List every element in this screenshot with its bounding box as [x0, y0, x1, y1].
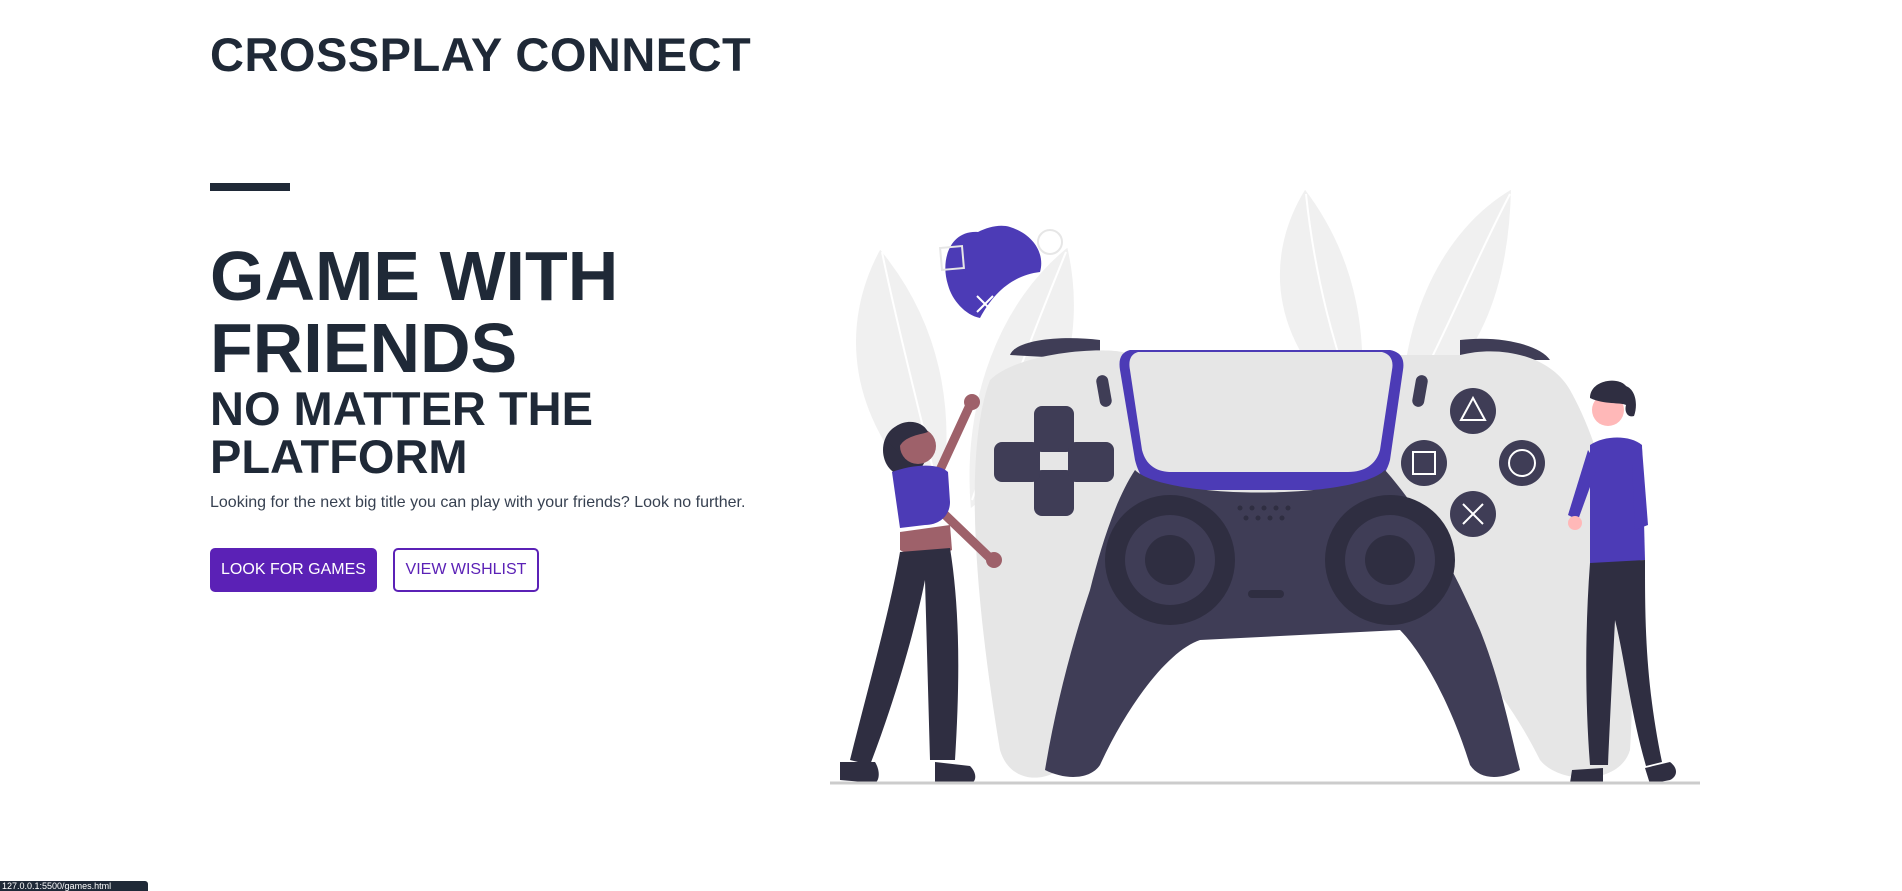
- page: CROSSPLAY CONNECT GAME WITH FRIENDS NO M…: [0, 0, 1902, 891]
- accent-bar: [210, 183, 290, 191]
- hero-subtitle: NO MATTER THE PLATFORM: [210, 382, 593, 484]
- gamers-controller-illustration: [830, 186, 1700, 785]
- browser-status-url: 127.0.0.1:5500/games.html: [0, 881, 148, 891]
- hero-title: GAME WITH FRIENDS: [210, 237, 619, 388]
- brand-logo[interactable]: CROSSPLAY CONNECT: [210, 28, 751, 82]
- hero-description: Looking for the next big title you can p…: [210, 494, 746, 511]
- giant-controller: [974, 338, 1632, 778]
- view-wishlist-button[interactable]: VIEW WISHLIST: [393, 548, 539, 592]
- look-for-games-button[interactable]: LOOK FOR GAMES: [210, 548, 377, 592]
